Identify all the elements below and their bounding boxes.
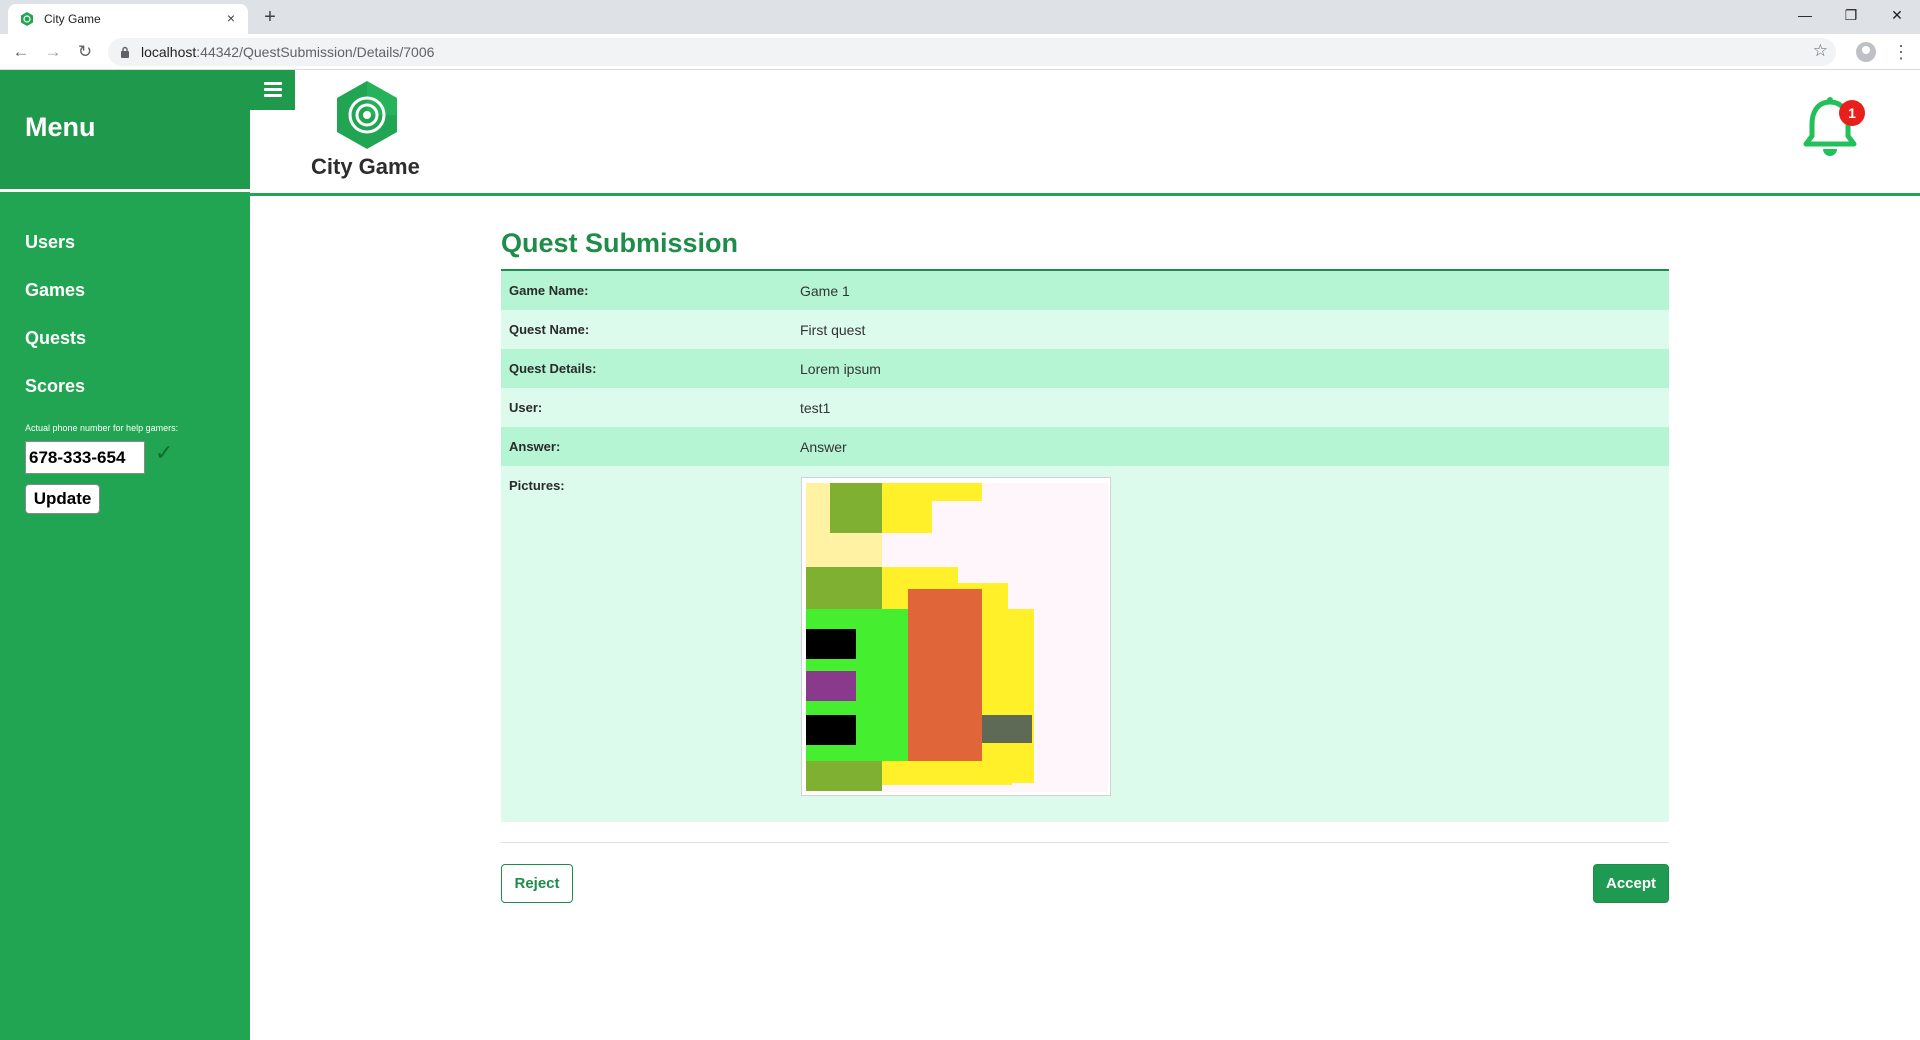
url-path: :44342/QuestSubmission/Details/7006 <box>196 44 435 60</box>
table-row: Game Name: Game 1 <box>501 271 1669 310</box>
browser-menu-icon[interactable]: ⋮ <box>1892 40 1910 64</box>
update-button[interactable]: Update <box>25 484 100 514</box>
table-row: Quest Name: First quest <box>501 310 1669 349</box>
back-button[interactable]: ← <box>9 40 33 64</box>
submission-picture[interactable] <box>801 477 1111 796</box>
header-divider <box>250 193 1920 196</box>
menu-title: Menu <box>25 112 96 142</box>
pictures-label: Pictures: <box>509 478 565 493</box>
hamburger-icon[interactable] <box>250 70 295 110</box>
reload-button[interactable]: ↻ <box>73 40 97 64</box>
tab-close-icon[interactable]: × <box>222 9 240 27</box>
restore-button[interactable]: ❐ <box>1828 0 1874 30</box>
brand-name: City Game <box>311 154 420 179</box>
target-logo-icon <box>337 81 397 149</box>
field-label: Quest Name: <box>509 322 590 337</box>
field-label: Quest Details: <box>509 361 597 376</box>
field-value: First quest <box>800 322 866 338</box>
tab-title: City Game <box>44 12 101 26</box>
field-label: User: <box>509 400 543 415</box>
lock-icon <box>121 46 129 58</box>
field-value: Lorem ipsum <box>800 361 881 377</box>
table-row: Answer: Answer <box>501 427 1669 466</box>
field-value: Game 1 <box>800 283 850 299</box>
sidebar-header: Menu <box>0 70 250 192</box>
profile-icon[interactable] <box>1856 42 1876 62</box>
reject-button[interactable]: Reject <box>501 864 573 903</box>
content-divider <box>501 842 1669 843</box>
star-icon[interactable]: ☆ <box>1813 41 1828 61</box>
forward-button[interactable]: → <box>41 40 65 64</box>
field-label: Answer: <box>509 439 561 454</box>
sidebar-item-scores[interactable]: Scores <box>25 376 85 397</box>
sidebar: Menu Users Games Quests Scores Actual ph… <box>0 70 250 1040</box>
browser-tab-strip: City Game × + — ❐ ✕ <box>0 0 1920 34</box>
sidebar-item-users[interactable]: Users <box>25 232 75 253</box>
table-row: Quest Details: Lorem ipsum <box>501 349 1669 388</box>
pixel-art-image <box>806 483 1108 792</box>
accept-button[interactable]: Accept <box>1593 864 1669 903</box>
close-window-button[interactable]: ✕ <box>1874 0 1920 30</box>
table-row: User: test1 <box>501 388 1669 427</box>
browser-tab[interactable]: City Game × <box>8 4 248 34</box>
notification-badge: 1 <box>1839 100 1865 126</box>
field-value: Answer <box>800 439 847 455</box>
phone-input[interactable] <box>25 441 145 474</box>
minimize-button[interactable]: — <box>1782 0 1828 30</box>
field-label: Game Name: <box>509 283 589 298</box>
url-host: localhost <box>141 44 197 60</box>
details-table: Game Name: Game 1 Quest Name: First ques… <box>501 269 1669 822</box>
check-icon: ✓ <box>155 440 174 465</box>
sidebar-item-games[interactable]: Games <box>25 280 85 301</box>
browser-toolbar: ← → ↻ localhost:44342/QuestSubmission/De… <box>0 34 1920 70</box>
address-bar[interactable]: localhost:44342/QuestSubmission/Details/… <box>108 38 1836 66</box>
sidebar-item-quests[interactable]: Quests <box>25 328 86 349</box>
page-title: Quest Submission <box>501 228 739 258</box>
phone-label: Actual phone number for help gamers: <box>25 423 179 433</box>
url-text: localhost:44342/QuestSubmission/Details/… <box>141 44 434 60</box>
field-value: test1 <box>800 400 831 416</box>
new-tab-button[interactable]: + <box>258 6 282 30</box>
city-game-favicon-icon <box>21 12 33 26</box>
